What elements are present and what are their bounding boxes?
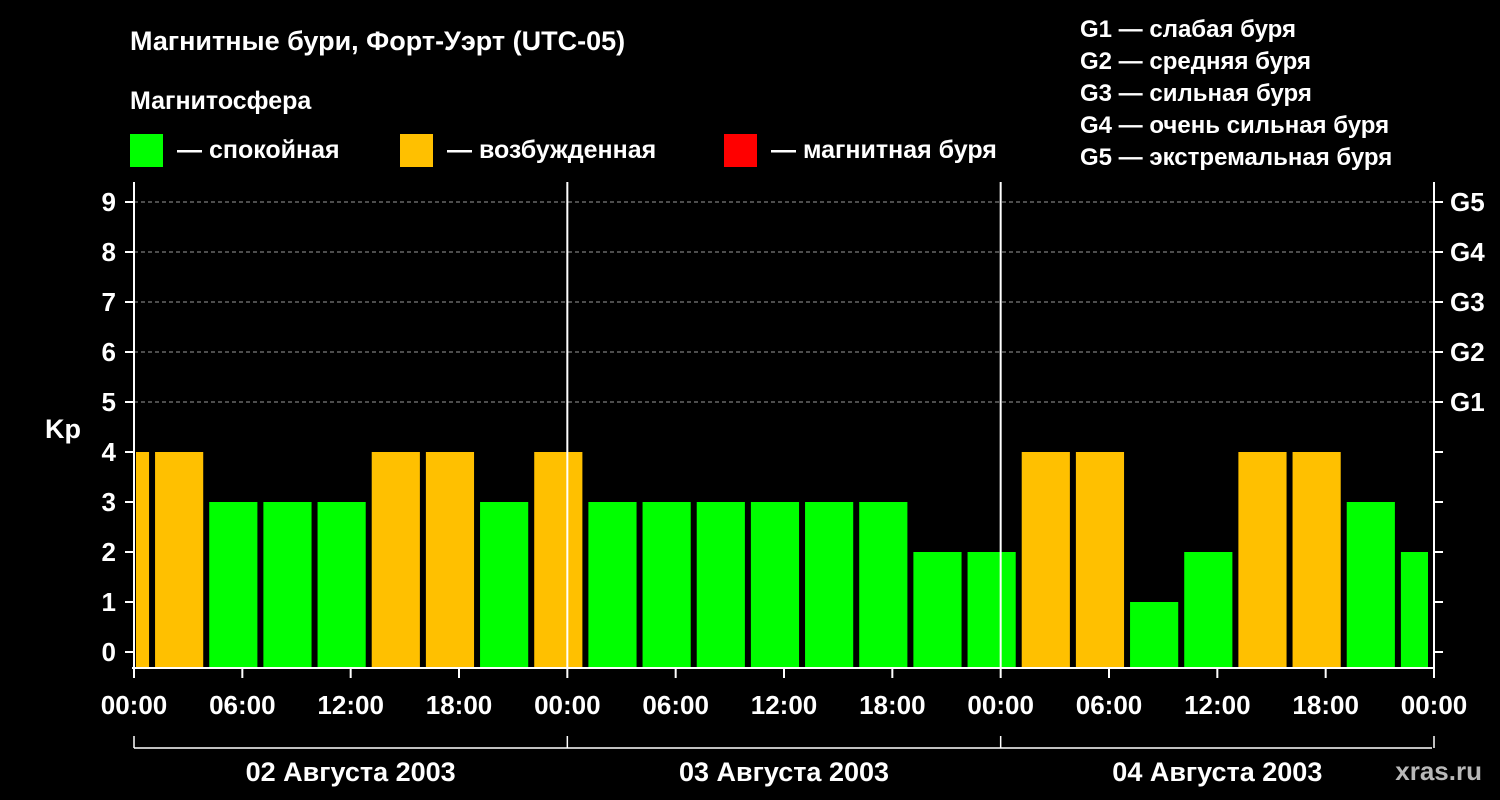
x-tick-label: 12:00 bbox=[317, 690, 384, 720]
x-tick-label: 00:00 bbox=[967, 690, 1034, 720]
kp-bar bbox=[913, 552, 962, 668]
y-tick-label: 2 bbox=[102, 537, 116, 567]
legend-title: Магнитосфера bbox=[130, 87, 312, 115]
storm-scale-g3: G3 — сильная буря bbox=[1080, 80, 1312, 107]
kp-bar bbox=[1292, 452, 1341, 668]
legend-label-quiet: — спокойная bbox=[177, 136, 340, 164]
kp-bar bbox=[967, 552, 1016, 668]
kp-bar bbox=[480, 502, 529, 668]
y-tick-label: 4 bbox=[102, 437, 117, 467]
kp-bar bbox=[1075, 452, 1125, 668]
kp-bar bbox=[371, 452, 420, 668]
legend-label-storm: — магнитная буря bbox=[771, 136, 997, 164]
storm-scale-g5: G5 — экстремальная буря bbox=[1080, 144, 1392, 171]
y-tick-label: 8 bbox=[102, 237, 116, 267]
storm-scale-g2: G2 — средняя буря bbox=[1080, 48, 1311, 75]
x-tick-label: 12:00 bbox=[1184, 690, 1251, 720]
kp-bar bbox=[696, 502, 745, 668]
y-tick-label: 7 bbox=[102, 287, 116, 317]
y-tick-label: 5 bbox=[102, 387, 116, 417]
x-tick-label: 06:00 bbox=[209, 690, 276, 720]
g-tick-label: G3 bbox=[1450, 287, 1485, 317]
kp-bar bbox=[136, 452, 150, 668]
storm-scale-g4: G4 — очень сильная буря bbox=[1080, 112, 1389, 139]
kp-bar bbox=[155, 452, 204, 668]
kp-bar bbox=[534, 452, 583, 668]
legend-swatch-active bbox=[400, 134, 433, 167]
g-tick-label: G4 bbox=[1450, 237, 1485, 267]
legend-swatch-storm bbox=[724, 134, 757, 167]
kp-bar bbox=[1130, 602, 1179, 668]
kp-bar bbox=[263, 502, 312, 668]
kp-bar bbox=[1400, 552, 1428, 668]
x-tick-label: 06:00 bbox=[1076, 690, 1143, 720]
storm-scale-g1: G1 — слабая буря bbox=[1080, 16, 1296, 43]
legend: — спокойная — возбужденная — магнитная б… bbox=[130, 134, 997, 167]
kp-bar bbox=[642, 502, 691, 668]
y-axis-label: Kp bbox=[45, 414, 81, 444]
legend-label-active: — возбужденная bbox=[447, 136, 656, 164]
kp-bar bbox=[588, 502, 637, 668]
kp-bar bbox=[859, 502, 908, 668]
x-tick-label: 18:00 bbox=[426, 690, 493, 720]
chart-title: Магнитные бури, Форт-Уэрт (UTC-05) bbox=[130, 26, 625, 56]
legend-swatch-quiet bbox=[130, 134, 163, 167]
storm-scale: G1 — слабая буря G2 — средняя буря G3 — … bbox=[1080, 16, 1392, 171]
x-tick-label: 12:00 bbox=[751, 690, 818, 720]
y-tick-label: 9 bbox=[102, 187, 116, 217]
x-tick-label: 00:00 bbox=[534, 690, 601, 720]
kp-bar bbox=[805, 502, 854, 668]
y-tick-label: 0 bbox=[102, 637, 116, 667]
y-tick-label: 6 bbox=[102, 337, 116, 367]
y-tick-label: 1 bbox=[102, 587, 116, 617]
kp-bar bbox=[1346, 502, 1395, 668]
watermark: xras.ru bbox=[1395, 756, 1482, 786]
day-label: 04 Августа 2003 bbox=[1112, 757, 1322, 787]
day-label: 02 Августа 2003 bbox=[246, 757, 456, 787]
kp-bar bbox=[317, 502, 366, 668]
bars bbox=[136, 452, 1428, 668]
y-tick-label: 3 bbox=[102, 487, 116, 517]
g-tick-label: G5 bbox=[1450, 187, 1485, 217]
kp-bar bbox=[425, 452, 475, 668]
g-tick-label: G1 bbox=[1450, 387, 1485, 417]
x-tick-label: 00:00 bbox=[101, 690, 168, 720]
x-tick-label: 18:00 bbox=[1292, 690, 1359, 720]
day-label: 03 Августа 2003 bbox=[679, 757, 889, 787]
x-tick-label: 00:00 bbox=[1401, 690, 1468, 720]
kp-bar bbox=[1238, 452, 1287, 668]
x-tick-label: 18:00 bbox=[859, 690, 926, 720]
kp-chart: Магнитные бури, Форт-Уэрт (UTC-05) Магни… bbox=[45, 16, 1485, 787]
g-tick-label: G2 bbox=[1450, 337, 1485, 367]
kp-bar bbox=[209, 502, 258, 668]
kp-bar bbox=[1184, 552, 1233, 668]
kp-bar bbox=[1021, 452, 1070, 668]
kp-bar bbox=[750, 502, 800, 668]
x-tick-label: 06:00 bbox=[642, 690, 709, 720]
grid-lines bbox=[134, 201, 1434, 403]
